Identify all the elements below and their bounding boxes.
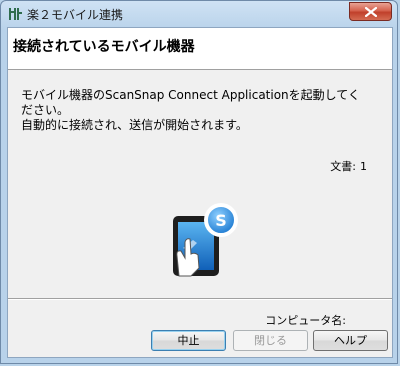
instruction-line-1: モバイル機器のScanSnap Connect Applicationを起動して… (21, 88, 360, 102)
close-icon (365, 7, 377, 17)
window-title: 楽２モバイル連携 (27, 8, 124, 22)
cancel-button[interactable]: 中止 (151, 330, 226, 351)
title-bar[interactable]: 楽２モバイル連携 (1, 1, 397, 27)
footer-divider (8, 298, 392, 300)
instructions-text: モバイル機器のScanSnap Connect Applicationを起動して… (21, 88, 381, 133)
close-window-button[interactable] (349, 2, 392, 21)
computer-name-label: コンピュータ名: (265, 314, 346, 327)
document-count-value: 1 (360, 160, 367, 173)
dialog-client-area: 接続されているモバイル機器 モバイル機器のScanSnap Connect Ap… (7, 27, 393, 358)
document-count-label: 文書: (330, 160, 356, 173)
dialog-window: 楽２モバイル連携 接続されているモバイル機器 モバイル機器のScanSnap C… (0, 0, 398, 364)
header-band: 接続されているモバイル機器 (8, 28, 392, 70)
close-button[interactable]: 閉じる (233, 330, 308, 351)
scansnap-app-icon (7, 6, 23, 22)
tablet-hand-touch-icon: S (161, 198, 245, 278)
help-button[interactable]: ヘルプ (313, 330, 388, 351)
badge-letter: S (215, 211, 227, 230)
instruction-line-2: ださい。 (21, 103, 70, 117)
instruction-line-3: 自動的に接続され、送信が開始されます。 (21, 118, 248, 132)
page-title: 接続されているモバイル機器 (13, 39, 195, 55)
document-count: 文書: 1 (326, 158, 367, 174)
